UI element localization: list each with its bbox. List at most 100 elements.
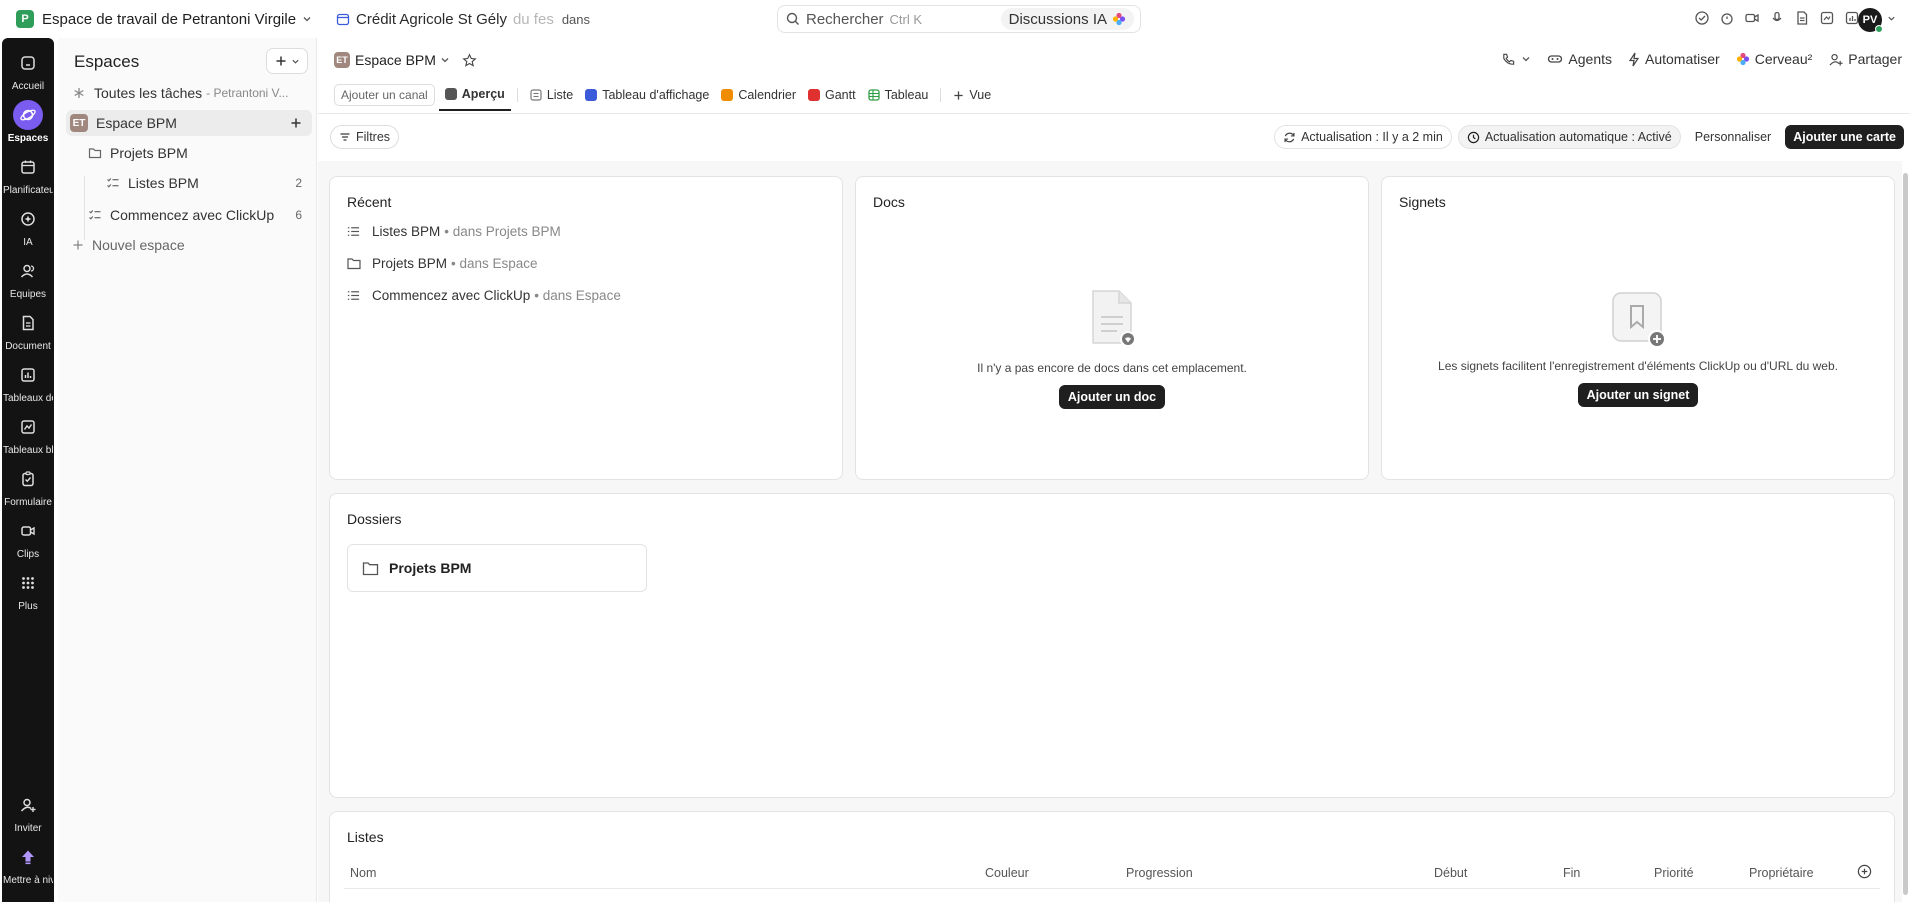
bookmarks-card: Signets Les signets facilitent l'enregis… — [1381, 176, 1895, 480]
workspace-switcher[interactable]: P Espace de travail de Petrantoni Virgil… — [10, 5, 318, 33]
share-button[interactable]: Partager — [1828, 51, 1902, 67]
rail-item-spaces[interactable]: Espaces — [2, 100, 54, 144]
recent-item[interactable]: Commencez avec ClickUp • dans Espace — [347, 288, 621, 303]
add-card-button[interactable]: Ajouter une carte — [1785, 125, 1904, 149]
add-bookmark-button[interactable]: Ajouter un signet — [1577, 383, 1699, 407]
rail-label: Clips — [16, 549, 40, 560]
toolbar-actions: Actualisation : Il y a 2 min Actualisati… — [1274, 125, 1904, 149]
customize-button[interactable]: Personnaliser — [1687, 130, 1779, 144]
rail-item-forms[interactable]: Formulaire — [2, 464, 54, 508]
whiteboard-icon[interactable] — [1819, 10, 1835, 26]
chevron-down-icon — [291, 57, 300, 66]
tab-table[interactable]: Tableau — [862, 79, 935, 111]
folder-icon — [88, 146, 102, 160]
sidebar-item-all-tasks[interactable]: Toutes les tâches - Petrantoni V... — [66, 80, 312, 106]
plus-icon[interactable] — [290, 117, 302, 129]
tab-label: Calendrier — [738, 88, 796, 102]
column-header[interactable]: Priorité — [1654, 866, 1694, 880]
header-actions: Agents Automatiser Cerveau² Partager — [1501, 51, 1902, 67]
add-column-icon[interactable] — [1857, 864, 1872, 879]
user-add-icon — [1828, 52, 1843, 67]
search-input[interactable]: Rechercher Ctrl K Discussions IA — [777, 5, 1141, 33]
recent-item-name: Commencez avec ClickUp — [372, 288, 531, 303]
column-header[interactable]: Progression — [1126, 866, 1193, 880]
calendar-icon — [721, 89, 734, 101]
calendar-icon — [13, 152, 43, 182]
sidebar-item-getting-started[interactable]: Commencez avec ClickUp 6 — [82, 202, 312, 228]
rail-item-dashboards[interactable]: Tableaux de bord — [2, 360, 54, 404]
rail-item-planner[interactable]: Planificateur — [2, 152, 54, 196]
tab-label: Aperçu — [461, 87, 505, 101]
sidebar-item-space[interactable]: ET Espace BPM — [66, 110, 312, 136]
filters-button[interactable]: Filtres — [330, 125, 400, 149]
agents-button[interactable]: Agents — [1547, 51, 1612, 67]
recent-item[interactable]: Listes BPM • dans Projets BPM — [347, 224, 561, 239]
refresh-icon — [1283, 131, 1296, 144]
auto-refresh-toggle[interactable]: Actualisation automatique : Activé — [1457, 125, 1681, 149]
rail-item-home[interactable]: Accueil — [2, 48, 54, 92]
sidebar-item-label: Nouvel espace — [92, 237, 185, 253]
rail-item-teams[interactable]: Équipes — [2, 256, 54, 300]
canvas-scrollbar[interactable] — [1903, 173, 1908, 895]
add-channel-button[interactable]: Ajouter un canal — [334, 84, 435, 106]
call-menu[interactable] — [1501, 52, 1531, 67]
rail-item-whiteboards[interactable]: Tableaux blancs — [2, 412, 54, 456]
tab-list[interactable]: Liste — [524, 79, 579, 111]
chevron-down-icon[interactable] — [1887, 14, 1896, 23]
tab-overview[interactable]: Aperçu — [438, 79, 511, 111]
folder-item[interactable]: Projets BPM — [347, 544, 647, 592]
rail-item-ai[interactable]: IA — [2, 204, 54, 248]
brain-button[interactable]: Cerveau² — [1736, 51, 1812, 67]
view-tabs: Ajouter un canal Aperçu Liste Tableau d'… — [334, 82, 997, 114]
column-header[interactable]: Fin — [1563, 866, 1580, 880]
folder-icon — [347, 257, 361, 270]
add-doc-button[interactable]: Ajouter un doc — [1058, 385, 1166, 409]
rail-label: Mettre à niveau — [3, 875, 53, 886]
create-space-button[interactable] — [266, 48, 308, 74]
recent-item[interactable]: Projets BPM • dans Espace — [347, 256, 538, 271]
recent-item-name: Listes BPM — [372, 224, 441, 239]
rail-item-upgrade[interactable]: Mettre à niveau — [2, 842, 54, 886]
plus-icon — [953, 90, 964, 101]
refresh-button[interactable]: Actualisation : Il y a 2 min — [1274, 125, 1452, 149]
agents-icon — [1547, 52, 1563, 66]
sidebar-item-folder[interactable]: Projets BPM — [82, 140, 312, 166]
tab-calendar[interactable]: Calendrier — [715, 79, 802, 111]
column-header[interactable]: Début — [1434, 866, 1467, 880]
video-icon[interactable] — [1744, 10, 1760, 26]
column-header[interactable]: Couleur — [985, 866, 1029, 880]
list-icon — [347, 225, 360, 238]
card-title: Signets — [1399, 194, 1446, 210]
avatar[interactable]: PV — [1858, 8, 1883, 33]
lightning-icon — [1628, 52, 1640, 67]
column-header[interactable]: Propriétaire — [1749, 866, 1814, 880]
task-check-icon[interactable] — [1694, 10, 1710, 26]
ai-chat-button[interactable]: Discussions IA — [1000, 8, 1134, 30]
overview-canvas: Récent Listes BPM • dans Projets BPM Pro… — [318, 161, 1902, 902]
tab-board[interactable]: Tableau d'affichage — [579, 79, 715, 111]
recent-item-location: • dans Projets BPM — [444, 224, 561, 239]
tab-gantt[interactable]: Gantt — [802, 79, 862, 111]
space-title[interactable]: ET Espace BPM — [334, 52, 477, 68]
automate-button[interactable]: Automatiser — [1628, 51, 1720, 67]
column-header[interactable]: Nom — [350, 866, 376, 880]
alarm-icon[interactable] — [1719, 10, 1735, 26]
breadcrumb[interactable]: Crédit Agricole St Gély du fes dans — [336, 11, 590, 28]
tab-label: Liste — [546, 88, 574, 102]
space-header: ET Espace BPM Agents Automatiser Cerveau… — [318, 38, 1910, 114]
table-icon — [867, 89, 880, 101]
star-icon[interactable] — [462, 52, 477, 68]
lists-card: Listes Nom Couleur Progression Début Fin… — [329, 811, 1895, 902]
sidebar-item-list[interactable]: Listes BPM 2 — [100, 170, 312, 196]
microphone-icon[interactable] — [1769, 10, 1785, 26]
rail-item-more[interactable]: Plus — [2, 568, 54, 612]
new-space-button[interactable]: Nouvel espace — [66, 232, 312, 258]
rail-item-docs[interactable]: Document — [2, 308, 54, 352]
rail-item-clips[interactable]: Clips — [2, 516, 54, 560]
document-icon[interactable] — [1794, 10, 1810, 26]
add-view-button[interactable]: Vue — [947, 79, 997, 111]
automate-label: Automatiser — [1645, 51, 1720, 67]
filters-label: Filtres — [356, 130, 391, 144]
rail-item-invite[interactable]: Inviter — [2, 790, 54, 834]
card-title: Dossiers — [347, 511, 402, 527]
